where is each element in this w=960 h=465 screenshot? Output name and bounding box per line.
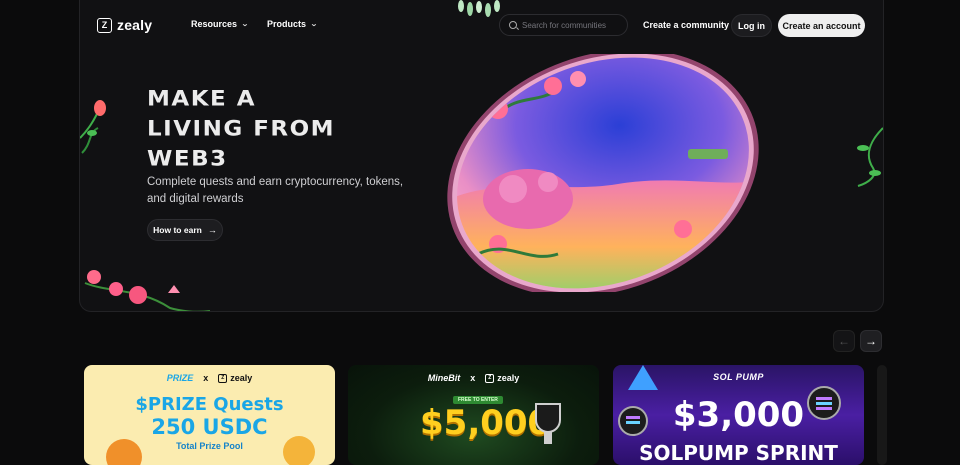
- hero-subtitle: Complete quests and earn cryptocurrency,…: [147, 176, 404, 205]
- nav-resources-label: Resources: [191, 19, 238, 29]
- how-to-earn-button[interactable]: How to earn →: [147, 219, 223, 241]
- nav-products[interactable]: Products ⌄: [267, 19, 318, 29]
- search-input[interactable]: [522, 20, 627, 30]
- how-to-earn-label: How to earn: [153, 225, 202, 235]
- card-partner: zealy: [230, 373, 253, 383]
- zealy-logo-icon: Z: [485, 373, 495, 383]
- top-navigation: Z zealy Resources ⌄ Products ⌄ Create a …: [0, 0, 960, 52]
- solana-coin-icon: [807, 386, 841, 420]
- flower-vine-left-decoration: [80, 100, 106, 154]
- card-brand-row: MineBit x Z zealy: [348, 373, 599, 383]
- headline-line: LIVING FROM: [147, 117, 336, 141]
- nav-products-label: Products: [267, 19, 307, 29]
- login-button[interactable]: Log in: [731, 14, 772, 37]
- search-icon: [509, 21, 517, 29]
- card-subtitle: SOLPUMP SPRINT: [639, 441, 838, 465]
- character-illustration: [283, 436, 315, 465]
- arrow-left-icon: ←: [838, 334, 850, 348]
- carousel-next-button[interactable]: →: [860, 330, 882, 352]
- logo-text: zealy: [117, 17, 153, 33]
- card-brand-row: PRIZE x Z zealy: [84, 373, 335, 383]
- create-community-button[interactable]: Create a community: [643, 20, 729, 30]
- portal-illustration: [438, 54, 768, 292]
- create-account-button[interactable]: Create an account: [778, 14, 865, 37]
- card-title: $PRIZE Quests: [135, 394, 284, 415]
- chevron-down-icon: ⌄: [310, 21, 318, 28]
- card-brand: MineBit: [427, 373, 461, 383]
- hero-headline: MAKE A LIVING FROM WEB3: [147, 84, 427, 174]
- quest-card[interactable]: PRIZE x Z zealy $PRIZE Quests 250 USDC T…: [84, 365, 335, 465]
- arrow-right-icon: →: [207, 225, 217, 235]
- search-bar[interactable]: [499, 14, 628, 36]
- zealy-partner-logo: Z zealy: [218, 373, 252, 383]
- zealy-partner-logo: Z zealy: [485, 373, 519, 383]
- quest-card[interactable]: MineBit x Z zealy FREE TO ENTER $5,000: [348, 365, 599, 465]
- headline-line: WEB3: [147, 147, 228, 171]
- quest-card[interactable]: SOL PUMP $3,000 SOLPUMP SPRINT: [613, 365, 864, 465]
- crystal-icon: [628, 365, 658, 390]
- flower-vine-right-decoration: [857, 127, 883, 187]
- chevron-down-icon: ⌄: [241, 21, 249, 28]
- nav-resources[interactable]: Resources ⌄: [191, 19, 249, 29]
- arrow-right-icon: →: [865, 334, 877, 348]
- zealy-logo-icon: Z: [97, 17, 112, 33]
- card-partner: zealy: [497, 373, 520, 383]
- carousel-prev-button[interactable]: ←: [833, 330, 855, 352]
- trophy-icon: [535, 403, 561, 444]
- zealy-logo[interactable]: Z zealy: [97, 17, 152, 33]
- card-cross: x: [203, 373, 209, 383]
- card-brand: PRIZE: [166, 373, 194, 383]
- basketball-illustration: [106, 439, 142, 465]
- quest-card-partial[interactable]: [877, 365, 887, 465]
- headline-line: MAKE A: [147, 87, 257, 111]
- solana-coin-icon: [618, 406, 648, 436]
- flower-vine-bottom-decoration: [84, 270, 210, 311]
- card-cross: x: [470, 373, 476, 383]
- zealy-logo-icon: Z: [218, 373, 228, 383]
